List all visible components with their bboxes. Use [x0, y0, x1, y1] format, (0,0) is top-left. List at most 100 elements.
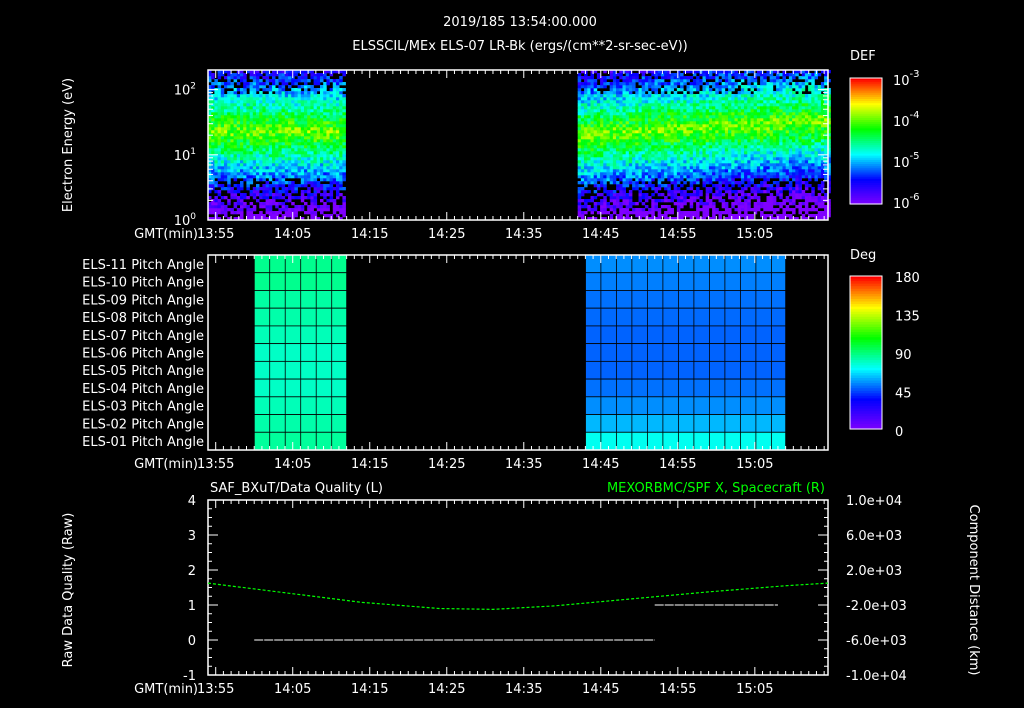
spectrogram-pixel: [288, 109, 292, 113]
spectrogram-pixel: [670, 160, 674, 164]
spectrogram-pixel: [606, 136, 610, 140]
spectrogram-pixel: [689, 100, 694, 104]
spectrogram-pixel: [603, 76, 607, 80]
spectrogram-pixel: [760, 163, 764, 167]
spectrogram-pixel: [667, 208, 671, 212]
spectrogram-pixel: [731, 100, 735, 104]
spectrogram-pixel: [284, 109, 289, 113]
spectrogram-pixel: [795, 115, 799, 119]
spectrogram-pixel: [715, 100, 719, 104]
spectrogram-pixel: [654, 100, 658, 104]
spectrogram-pixel: [779, 148, 783, 152]
spectrogram-pixel: [673, 139, 678, 143]
spectrogram-pixel: [664, 199, 668, 203]
spectrogram-pixel: [692, 124, 697, 128]
spectrogram-pixel: [252, 91, 257, 95]
spectrogram-pixel: [217, 166, 222, 170]
spectrogram-pixel: [262, 118, 266, 122]
spectrogram-pixel: [323, 142, 327, 146]
spectrogram-pixel: [721, 121, 726, 125]
spectrogram-pixel: [243, 88, 247, 92]
spectrogram-pixel: [246, 139, 250, 143]
spectrogram-pixel: [224, 139, 228, 143]
spectrogram-pixel: [259, 112, 263, 116]
spectrogram-pixel: [609, 97, 614, 101]
spectrogram-pixel: [580, 127, 585, 131]
spectrogram-pixel: [584, 79, 588, 83]
spectrogram-pixel: [660, 163, 665, 167]
spectrogram-pixel: [249, 109, 254, 113]
spectrogram-pixel: [593, 136, 598, 140]
spectrogram-pixel: [291, 115, 295, 119]
spectrogram-pixel: [612, 106, 617, 110]
spectrogram-pixel: [721, 82, 726, 86]
spectrogram-pixel: [667, 154, 671, 158]
spectrogram-pixel: [230, 109, 234, 113]
spectrogram-pixel: [320, 139, 324, 143]
spectrogram-pixel: [214, 205, 218, 209]
spectrogram-pixel: [313, 130, 318, 134]
spectrogram-pixel: [214, 142, 218, 146]
spectrogram-pixel: [612, 148, 617, 152]
spectrogram-pixel: [667, 94, 671, 98]
spectrogram-pixel: [294, 82, 298, 86]
spectrogram-pixel: [724, 79, 729, 83]
spectrogram-pixel: [600, 118, 604, 122]
spectrogram-pixel: [721, 88, 726, 92]
spectrogram-pixel: [284, 79, 289, 83]
spectrogram-pixel: [275, 151, 279, 155]
spectrogram-pixel: [625, 136, 630, 140]
spectrogram-pixel: [227, 124, 231, 128]
spectrogram-pixel: [657, 94, 662, 98]
spectrogram-pixel: [670, 151, 674, 155]
spectrogram-pixel: [294, 124, 298, 128]
spectrogram-pixel: [304, 169, 308, 173]
spectrogram-pixel: [628, 85, 633, 89]
spectrogram-pixel: [712, 133, 716, 137]
spectrogram-pixel: [584, 82, 588, 86]
spectrogram-pixel: [307, 106, 311, 110]
spectrogram-pixel: [763, 136, 767, 140]
spectrogram-pixel: [262, 157, 266, 161]
spectrogram-pixel: [233, 94, 238, 98]
spectrogram-pixel: [294, 97, 298, 101]
spectrogram-pixel: [326, 208, 330, 212]
spectrogram-pixel: [603, 142, 607, 146]
spectrogram-pixel: [252, 193, 257, 197]
spectrogram-pixel: [619, 103, 623, 107]
spectrogram-pixel: [214, 208, 218, 212]
spectrogram-pixel: [632, 115, 636, 119]
spectrogram-pixel: [785, 166, 790, 170]
spectrogram-pixel: [676, 175, 681, 179]
spectrogram-pixel: [233, 91, 238, 95]
spectrogram-pixel: [785, 148, 790, 152]
spectrogram-pixel: [702, 154, 706, 158]
spectrogram-pixel: [779, 151, 783, 155]
spectrogram-pixel: [265, 103, 270, 107]
spectrogram-pixel: [715, 169, 719, 173]
spectrogram-pixel: [281, 76, 286, 80]
spectrogram-pixel: [705, 175, 710, 179]
spectrogram-pixel: [268, 85, 273, 89]
spectrogram-pixel: [304, 151, 308, 155]
spectrogram-pixel: [763, 172, 767, 176]
spectrogram-pixel: [728, 136, 732, 140]
spectrogram-pixel: [747, 136, 751, 140]
spectrogram-pixel: [638, 196, 642, 200]
spectrogram-pixel: [772, 181, 777, 185]
spectrogram-pixel: [625, 121, 630, 125]
spectrogram-pixel: [734, 148, 738, 152]
spectrogram-pixel: [692, 97, 697, 101]
spectrogram-pixel: [683, 160, 687, 164]
spectrogram-pixel: [792, 109, 796, 113]
spectrogram-pixel: [294, 163, 298, 167]
spectrogram-pixel: [715, 130, 719, 134]
spectrogram-pixel: [657, 127, 662, 131]
spectrogram-pixel: [667, 157, 671, 161]
spectrogram-pixel: [587, 157, 591, 161]
spectrogram-pixel: [795, 181, 799, 185]
spectrogram-pixel: [590, 97, 594, 101]
spectrogram-pixel: [252, 160, 257, 164]
spectrogram-pixel: [323, 133, 327, 137]
spectrogram-pixel: [731, 190, 735, 194]
